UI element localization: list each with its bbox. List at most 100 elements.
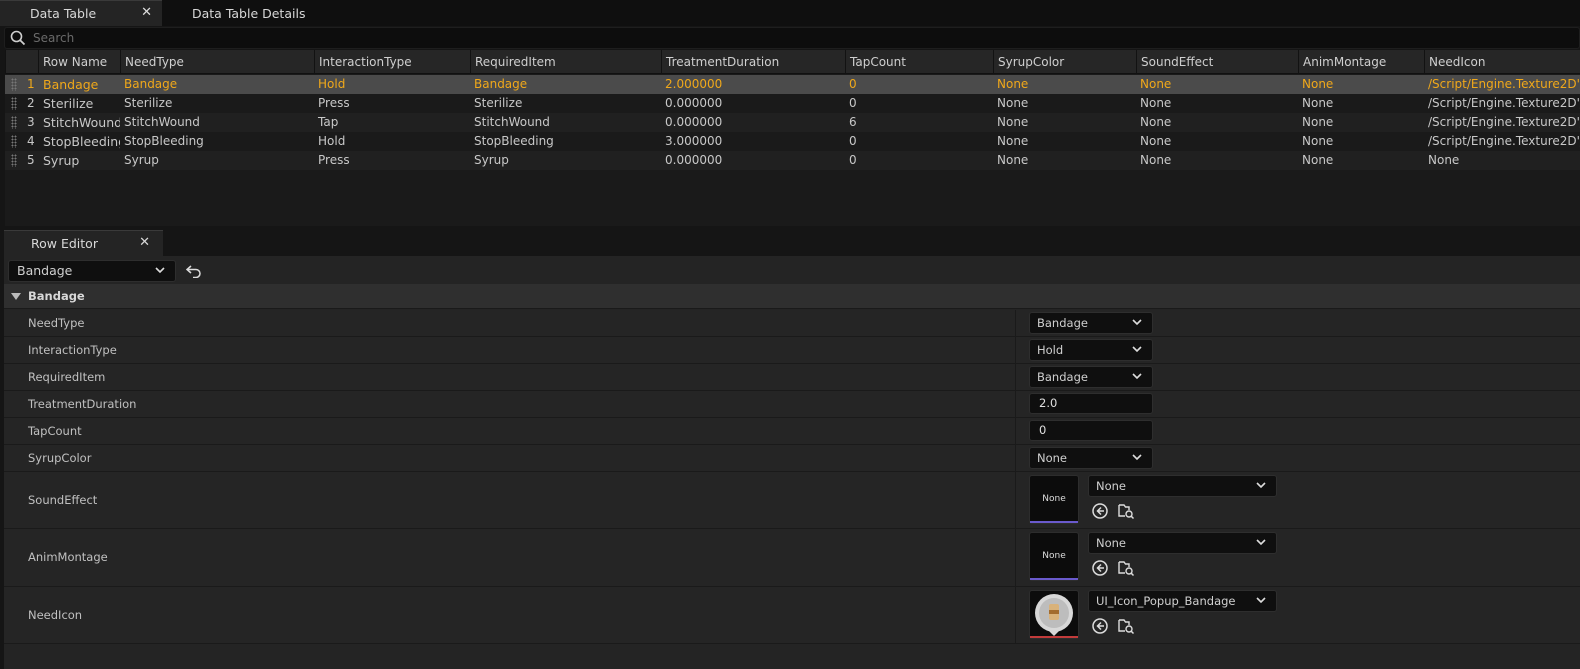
property-interaction-type: InteractionType Hold: [4, 337, 1580, 364]
drag-handle-icon[interactable]: [11, 116, 17, 129]
chevron-down-icon: [155, 267, 165, 274]
category-bandage[interactable]: Bandage: [4, 284, 1580, 309]
drag-handle-icon[interactable]: [11, 78, 17, 91]
column-splitter[interactable]: [1015, 364, 1016, 390]
expand-arrow-icon[interactable]: [11, 293, 21, 300]
table-header: Row Name NeedType InteractionType Requir…: [5, 50, 1580, 74]
cell-need-type: StopBleeding: [124, 134, 204, 148]
need-type-dropdown[interactable]: Bandage: [1029, 312, 1153, 334]
cell-required-item: StitchWound: [474, 115, 550, 129]
table-row[interactable]: 5 Syrup Syrup Press Syrup 0.000000 0 Non…: [5, 151, 1580, 170]
table-row[interactable]: 2 Sterilize Sterilize Press Sterilize 0.…: [5, 94, 1580, 113]
use-selected-asset-icon[interactable]: [1091, 502, 1109, 520]
header-treatment-duration[interactable]: TreatmentDuration: [661, 50, 845, 74]
data-table-grid: Row Name NeedType InteractionType Requir…: [5, 50, 1580, 226]
header-need-icon[interactable]: NeedIcon: [1424, 50, 1580, 74]
need-icon-asset-picker[interactable]: UI_Icon_Popup_Bandage: [1088, 590, 1277, 612]
sound-effect-value: None: [1096, 479, 1127, 493]
header-interaction-type[interactable]: InteractionType: [314, 50, 470, 74]
property-need-icon: NeedIcon UI_Icon_Popup_Bandage: [4, 587, 1580, 644]
table-row[interactable]: 1 Bandage Bandage Hold Bandage 2.000000 …: [5, 75, 1580, 94]
drag-handle-icon[interactable]: [11, 154, 17, 167]
property-label: NeedIcon: [28, 608, 83, 622]
cell-sound-effect: None: [1140, 96, 1172, 110]
use-selected-asset-icon[interactable]: [1091, 559, 1109, 577]
drag-handle-icon[interactable]: [11, 97, 17, 110]
column-splitter[interactable]: [1015, 529, 1016, 586]
cell-anim-montage: None: [1302, 134, 1334, 148]
header-syrup-color[interactable]: SyrupColor: [993, 50, 1136, 74]
cell-required-item: Bandage: [474, 77, 528, 91]
column-splitter[interactable]: [1015, 310, 1016, 336]
close-icon[interactable]: ✕: [139, 235, 150, 250]
cell-need-icon: /Script/Engine.Texture2D'/Game/UI/: [1428, 77, 1580, 91]
required-item-dropdown[interactable]: Bandage: [1029, 366, 1153, 388]
drag-handle-icon[interactable]: [11, 135, 17, 148]
row-selector-value: Bandage: [17, 263, 73, 278]
browse-asset-icon[interactable]: [1117, 559, 1135, 577]
row-number: 4: [27, 134, 35, 148]
anim-montage-thumbnail[interactable]: None: [1029, 532, 1079, 581]
cell-treatment-duration: 0.000000: [665, 96, 723, 110]
tab-data-table[interactable]: Data Table ✕: [0, 0, 162, 26]
column-splitter[interactable]: [1015, 418, 1016, 444]
property-label: TreatmentDuration: [28, 397, 137, 411]
chevron-down-icon: [1132, 319, 1142, 326]
header-tap-count[interactable]: TapCount: [845, 50, 993, 74]
required-item-value: Bandage: [1037, 370, 1088, 384]
cell-anim-montage: None: [1302, 115, 1334, 129]
cell-tap-count: 0: [849, 96, 857, 110]
cell-tap-count: 0: [849, 134, 857, 148]
syrup-color-dropdown[interactable]: None: [1029, 447, 1153, 469]
tab-bar: Data Table ✕ Data Table Details: [0, 0, 1580, 26]
need-icon-thumbnail[interactable]: [1029, 590, 1079, 639]
property-label: InteractionType: [28, 343, 117, 357]
tab-row-editor[interactable]: Row Editor ✕: [4, 230, 163, 256]
header-anim-montage[interactable]: AnimMontage: [1298, 50, 1424, 74]
header-row-name[interactable]: Row Name: [38, 50, 120, 74]
cell-sound-effect: None: [1140, 115, 1172, 129]
tap-count-input[interactable]: 0: [1029, 420, 1153, 441]
chevron-down-icon: [1256, 597, 1266, 604]
cell-syrup-color: None: [997, 115, 1029, 129]
tab-data-table-details[interactable]: Data Table Details: [162, 0, 362, 26]
cell-tap-count: 0: [849, 153, 857, 167]
header-required-item[interactable]: RequiredItem: [470, 50, 661, 74]
table-row[interactable]: 4 StopBleeding StopBleeding Hold StopBle…: [5, 132, 1580, 151]
column-splitter[interactable]: [1015, 337, 1016, 363]
search-icon: [10, 30, 26, 46]
table-row[interactable]: 3 StitchWound StitchWound Tap StitchWoun…: [5, 113, 1580, 132]
cell-tap-count: 0: [849, 77, 857, 91]
header-sound-effect[interactable]: SoundEffect: [1136, 50, 1298, 74]
use-selected-asset-icon[interactable]: [1091, 617, 1109, 635]
cell-need-icon: None: [1428, 153, 1460, 167]
column-splitter[interactable]: [1015, 391, 1016, 417]
cell-syrup-color: None: [997, 96, 1029, 110]
column-splitter[interactable]: [1015, 472, 1016, 528]
cell-syrup-color: None: [997, 134, 1029, 148]
cell-need-type: Syrup: [124, 153, 159, 167]
undo-icon[interactable]: [186, 264, 202, 278]
search-input[interactable]: [33, 30, 533, 46]
browse-asset-icon[interactable]: [1117, 502, 1135, 520]
cell-tap-count: 6: [849, 115, 857, 129]
cell-sound-effect: None: [1140, 153, 1172, 167]
property-anim-montage: AnimMontage None None: [4, 529, 1580, 587]
header-need-type[interactable]: NeedType: [120, 50, 314, 74]
property-label: AnimMontage: [28, 550, 108, 564]
column-splitter[interactable]: [1015, 445, 1016, 471]
sound-effect-asset-picker[interactable]: None: [1088, 475, 1277, 497]
property-required-item: RequiredItem Bandage: [4, 364, 1580, 391]
row-selector-dropdown[interactable]: Bandage: [8, 260, 176, 282]
thumbnail-label: None: [1042, 551, 1066, 561]
treatment-duration-input[interactable]: 2.0: [1029, 393, 1153, 414]
cell-required-item: Syrup: [474, 153, 509, 167]
close-icon[interactable]: ✕: [141, 5, 152, 20]
cell-interaction-type: Hold: [318, 77, 346, 91]
browse-asset-icon[interactable]: [1117, 617, 1135, 635]
column-splitter[interactable]: [1015, 587, 1016, 643]
sound-effect-thumbnail[interactable]: None: [1029, 475, 1079, 524]
cell-need-type: StitchWound: [124, 115, 200, 129]
anim-montage-asset-picker[interactable]: None: [1088, 532, 1277, 554]
interaction-type-dropdown[interactable]: Hold: [1029, 339, 1153, 361]
